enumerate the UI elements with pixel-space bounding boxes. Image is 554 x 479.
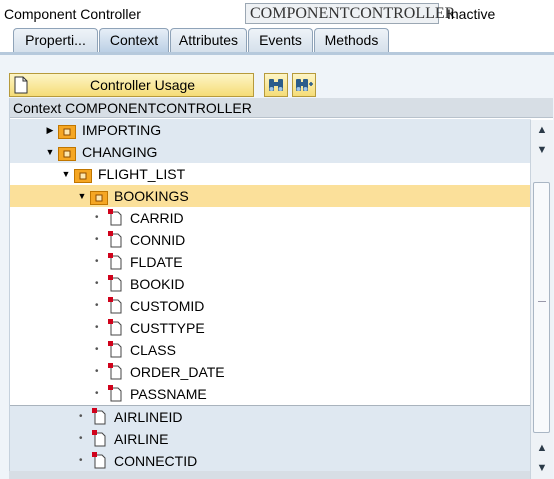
tab-context[interactable]: Context <box>99 28 169 52</box>
collapse-arrow-icon[interactable]: ▼ <box>45 141 55 163</box>
tree-row-class[interactable]: • CLASS <box>10 339 531 361</box>
tree-node-label: FLDATE <box>130 254 183 270</box>
tree-row-bookid[interactable]: • BOOKID <box>10 273 531 295</box>
tree-bullet: • <box>95 234 99 245</box>
tree-node-label: CLASS <box>130 342 176 358</box>
horizontal-scrollbar[interactable] <box>9 471 530 479</box>
document-icon <box>14 76 28 100</box>
tree-node-label: CHANGING <box>82 144 158 160</box>
tree-row-airlineid[interactable]: • AIRLINEID <box>10 406 531 428</box>
tree-node-label: FLIGHT_LIST <box>98 166 186 182</box>
tree-row-changing[interactable]: ▼ CHANGING <box>10 141 531 163</box>
tree-header: Context COMPONENTCONTROLLER <box>10 98 553 118</box>
tree-node-label: CONNECTID <box>114 453 198 469</box>
tree-node-label: AIRLINEID <box>114 409 183 425</box>
tree-bullet: • <box>95 300 99 311</box>
tree-node-label: IMPORTING <box>82 122 162 138</box>
controller-name-field[interactable]: COMPONENTCONTROLLER <box>245 3 455 24</box>
context-tree: Context COMPONENTCONTROLLER ▶ IMPORTING … <box>9 98 553 479</box>
tree-bullet: • <box>95 212 99 223</box>
tree-row-airline[interactable]: • AIRLINE <box>10 428 531 450</box>
tree-bullet: • <box>79 433 83 444</box>
expand-arrow-icon[interactable]: ▶ <box>45 119 55 141</box>
tree-node-label: CUSTOMID <box>130 298 205 314</box>
tree-row-passname[interactable]: • PASSNAME <box>10 383 531 405</box>
find-next-button[interactable] <box>292 73 316 97</box>
tree-row-carrid[interactable]: • CARRID <box>10 207 531 229</box>
controller-usage-label: Controller Usage <box>90 77 196 93</box>
tree-node-label: ORDER_DATE <box>130 364 225 380</box>
tree-node-label: BOOKINGS <box>114 188 189 204</box>
status-label: Inactive <box>447 6 496 22</box>
scroll-top-icon[interactable]: ▲ <box>531 120 553 140</box>
tree-bullet: • <box>95 388 99 399</box>
tree-row-flight-list[interactable]: ▼ FLIGHT_LIST <box>10 163 531 185</box>
binoculars-icon <box>269 79 283 91</box>
collapse-arrow-icon[interactable]: ▼ <box>61 163 71 185</box>
tree-bullet: • <box>79 455 83 466</box>
tree-node-label: CONNID <box>130 232 186 248</box>
tree-bullet: • <box>79 411 83 422</box>
tree-row-order-date[interactable]: • ORDER_DATE <box>10 361 531 383</box>
tree-bullet: • <box>95 366 99 377</box>
collapse-arrow-icon[interactable]: ▼ <box>77 185 87 207</box>
scroll-down-icon[interactable]: ▲ <box>531 438 553 458</box>
tree-bullet: • <box>95 256 99 267</box>
tab-properties[interactable]: Properti... <box>13 28 98 52</box>
tree-node-label: BOOKID <box>130 276 185 292</box>
scroll-bottom-icon[interactable]: ▼ <box>531 458 553 478</box>
tree-node-label: CARRID <box>130 210 184 226</box>
tree-node-label: AIRLINE <box>114 431 169 447</box>
find-button[interactable] <box>264 73 288 97</box>
tab-methods[interactable]: Methods <box>314 28 389 52</box>
tree-bullet: • <box>95 322 99 333</box>
binoculars-add-icon <box>296 79 313 91</box>
tree-bullet: • <box>95 278 99 289</box>
page-title: Component Controller <box>4 6 141 22</box>
header-bar: Component Controller COMPONENTCONTROLLER… <box>0 0 554 28</box>
tree-node-label: PASSNAME <box>130 386 207 402</box>
tab-attributes[interactable]: Attributes <box>170 28 247 52</box>
scroll-up-icon[interactable]: ▼ <box>531 140 553 160</box>
tree-row-customid[interactable]: • CUSTOMID <box>10 295 531 317</box>
scrollbar-grip <box>538 301 546 302</box>
tree-node-label: CUSTTYPE <box>130 320 205 336</box>
tree-row-connectid[interactable]: • CONNECTID <box>10 450 531 472</box>
tree-bullet: • <box>95 344 99 355</box>
scrollbar-thumb[interactable] <box>533 182 550 433</box>
tree-row-connid[interactable]: • CONNID <box>10 229 531 251</box>
tab-events[interactable]: Events <box>248 28 313 52</box>
tree-row-bookings[interactable]: ▼ BOOKINGS <box>10 185 531 207</box>
controller-usage-button[interactable]: Controller Usage <box>9 73 254 97</box>
tree-row-custtype[interactable]: • CUSTTYPE <box>10 317 531 339</box>
tree-row-fldate[interactable]: • FLDATE <box>10 251 531 273</box>
vertical-scrollbar[interactable]: ▲ ▼ ▲ ▼ <box>530 120 553 479</box>
tree-row-importing[interactable]: ▶ IMPORTING <box>10 119 531 141</box>
